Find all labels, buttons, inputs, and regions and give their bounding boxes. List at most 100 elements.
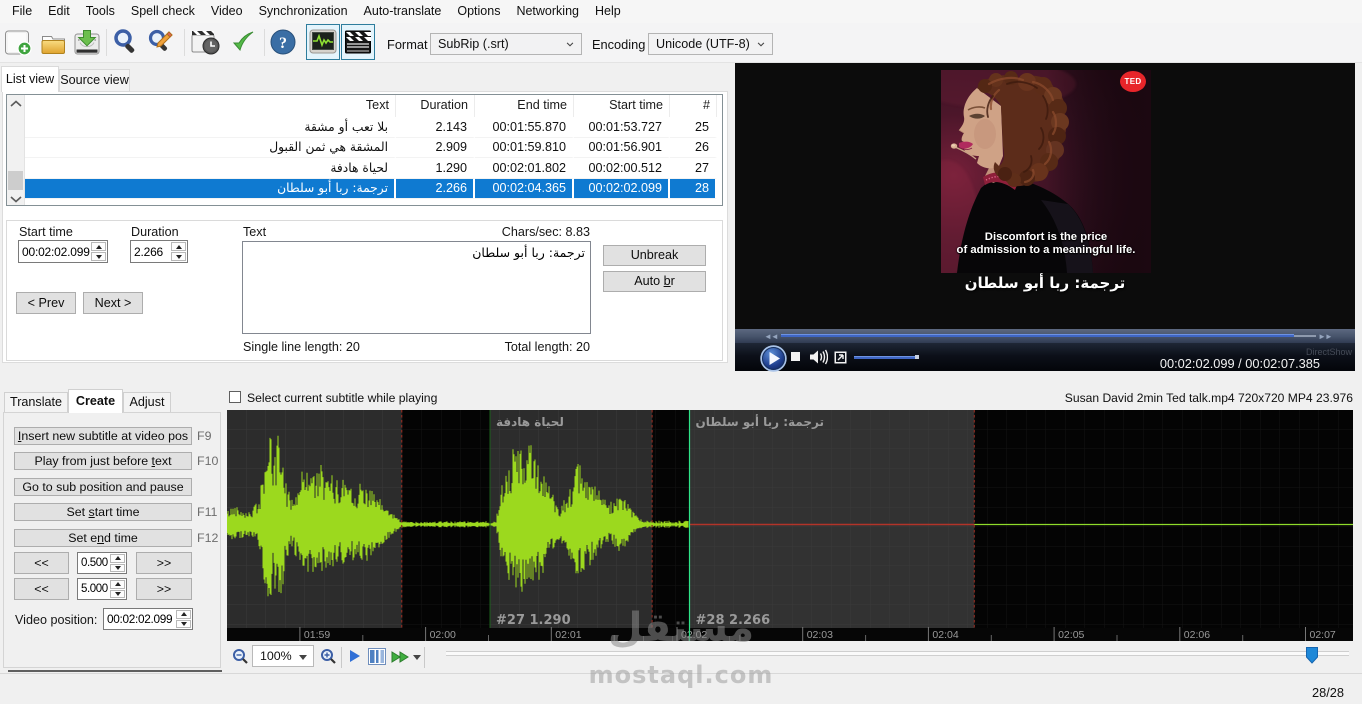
replace-button[interactable] [147, 28, 175, 56]
next-button[interactable]: Next > [83, 292, 143, 314]
select-current-subtitle-checkbox[interactable] [229, 391, 241, 403]
button-set-end-time[interactable]: Set end time [14, 528, 192, 547]
start-time-up-button[interactable] [91, 242, 106, 251]
tab-list-view[interactable]: List view [1, 66, 59, 92]
button-insert-new-subtitle-at-video-pos[interactable]: Insert new subtitle at video pos [14, 426, 192, 445]
zoom-in-icon[interactable] [320, 648, 337, 665]
small-step-up-button[interactable] [110, 554, 125, 563]
menu-spell-check[interactable]: Spell check [123, 0, 203, 23]
waveform-region-28[interactable] [689, 410, 975, 628]
big-step-input[interactable] [78, 579, 109, 599]
subtitle-row-26[interactable]: المشقة هي ثمن القبول 2.909 00:01:59.810 00:… [25, 138, 717, 159]
video-position-input[interactable] [104, 609, 175, 629]
volume-slider-thumb[interactable] [915, 355, 919, 359]
unbreak-button[interactable]: Unbreak [603, 245, 706, 266]
menu-synchronization[interactable]: Synchronization [251, 0, 356, 23]
visual-sync-icon [191, 31, 220, 55]
seek-forward-icon[interactable]: ►► [1318, 332, 1333, 341]
volume-slider[interactable] [854, 356, 915, 359]
menu-tools[interactable]: Tools [78, 0, 123, 23]
tab-source-view[interactable]: Source view [59, 69, 130, 92]
show-columns-icon[interactable] [368, 648, 386, 665]
zoom-level-combobox[interactable]: 100% [252, 645, 314, 667]
big-step-down-button[interactable] [110, 589, 125, 598]
menu-bar: File Edit Tools Spell check Video Synchroniza… [0, 0, 1362, 23]
subtitle-row-25[interactable]: بلا تعب أو مشقة 2.143 00:01:55.870 00:01:53… [25, 117, 717, 138]
column-header-end-time[interactable]: End time [475, 95, 574, 117]
subtitle-row-28[interactable]: ترجمة: ربا أبو سلطان 2.266 00:02:04.365 00:… [25, 178, 717, 200]
wave-play-icon[interactable] [349, 649, 361, 663]
tab-adjust[interactable]: Adjust [123, 392, 171, 413]
column-header-text[interactable]: Text [25, 95, 396, 117]
seek-back-button[interactable]: << [14, 578, 69, 600]
scrollbar-thumb[interactable] [8, 171, 23, 190]
button-set-start-time[interactable]: Set start time [14, 503, 192, 521]
seek-forward-button[interactable]: >> [136, 578, 192, 600]
toggle-video-button[interactable] [341, 24, 375, 60]
waveform-scrollbar[interactable] [446, 651, 1349, 656]
prev-button[interactable]: < Prev [16, 292, 76, 314]
stop-button[interactable] [791, 352, 800, 361]
encoding-combobox[interactable]: Unicode (UTF-8) [648, 33, 773, 55]
duration-up-button[interactable] [171, 242, 186, 251]
find-button[interactable] [112, 28, 140, 56]
list-header: Text Duration End time Start time # [25, 95, 717, 117]
seek-forward-button[interactable]: >> [136, 552, 192, 574]
format-label: Format [387, 37, 428, 52]
menu-options[interactable]: Options [449, 0, 508, 23]
list-scrollbar[interactable] [7, 95, 25, 205]
video-position-down-button[interactable] [176, 619, 191, 628]
seek-rewind-icon[interactable]: ◄◄ [764, 332, 779, 341]
button-play-from-just-before-text[interactable]: Play from just before text [14, 452, 192, 470]
menu-edit[interactable]: Edit [40, 0, 78, 23]
video-position-up-button[interactable] [176, 610, 191, 619]
toggle-waveform-button[interactable] [306, 24, 340, 60]
menu-video[interactable]: Video [203, 0, 251, 23]
auto-br-button[interactable]: Auto br [603, 271, 706, 292]
seek-progress [781, 334, 1294, 337]
waveform[interactable]: لحياة هادفة #27 1.290 ترجمة: ربا أبو سلطان… [226, 410, 1353, 641]
chevron-down-icon[interactable] [413, 655, 421, 660]
fullscreen-button[interactable] [834, 351, 847, 364]
video-seek-bar[interactable]: ◄◄ ►► [735, 329, 1355, 343]
big-step-up-button[interactable] [110, 580, 125, 589]
tab-translate[interactable]: Translate [4, 392, 68, 413]
waveform-position-marker[interactable] [1306, 647, 1318, 664]
open-file-button[interactable] [39, 28, 67, 56]
duration-down-button[interactable] [171, 252, 186, 261]
visual-sync-button[interactable] [190, 28, 222, 56]
small-step-down-button[interactable] [110, 563, 125, 572]
region-label: لحياة هادفة [496, 415, 564, 429]
play-button[interactable] [760, 345, 787, 372]
column-header-duration[interactable]: Duration [396, 95, 475, 117]
subtitle-text-area[interactable]: ترجمة: ربا أبو سلطان [242, 241, 591, 334]
column-header-number[interactable]: # [670, 95, 717, 117]
save-button[interactable] [73, 28, 101, 56]
scroll-up-icon[interactable] [8, 99, 24, 109]
menu-help[interactable]: Help [587, 0, 629, 23]
format-combobox[interactable]: SubRip (.srt) [430, 33, 582, 55]
start-time-down-button[interactable] [91, 252, 106, 261]
menu-networking[interactable]: Networking [508, 0, 587, 23]
start-time-input[interactable] [19, 241, 90, 262]
zoom-out-icon[interactable] [232, 648, 249, 665]
menu-auto-translate[interactable]: Auto-translate [356, 0, 450, 23]
column-header-start-time[interactable]: Start time [574, 95, 670, 117]
seek-back-button[interactable]: << [14, 552, 69, 574]
new-file-button[interactable] [4, 28, 32, 56]
cell-end: 00:02:04.365 [475, 178, 574, 200]
subtitle-row-27[interactable]: لحياة هادفة 1.290 00:02:01.802 00:02:00.512… [25, 158, 717, 179]
small-step-input[interactable] [78, 553, 109, 573]
fast-forward-icon[interactable] [391, 651, 410, 663]
cell-num: 27 [670, 158, 717, 179]
scroll-down-icon[interactable] [8, 194, 24, 204]
cell-text: ترجمة: ربا أبو سلطان [25, 178, 396, 200]
tab-create[interactable]: Create [68, 389, 123, 413]
button-go-to-sub-position-and-pause[interactable]: Go to sub position and pause [14, 477, 192, 496]
help-button[interactable]: ? [269, 28, 297, 56]
video-frame[interactable]: TED Discomfort is the price of admission… [941, 70, 1151, 273]
volume-icon[interactable] [809, 349, 828, 365]
duration-input[interactable] [131, 241, 170, 262]
spell-check-button[interactable] [230, 28, 258, 56]
menu-file[interactable]: File [4, 0, 40, 23]
